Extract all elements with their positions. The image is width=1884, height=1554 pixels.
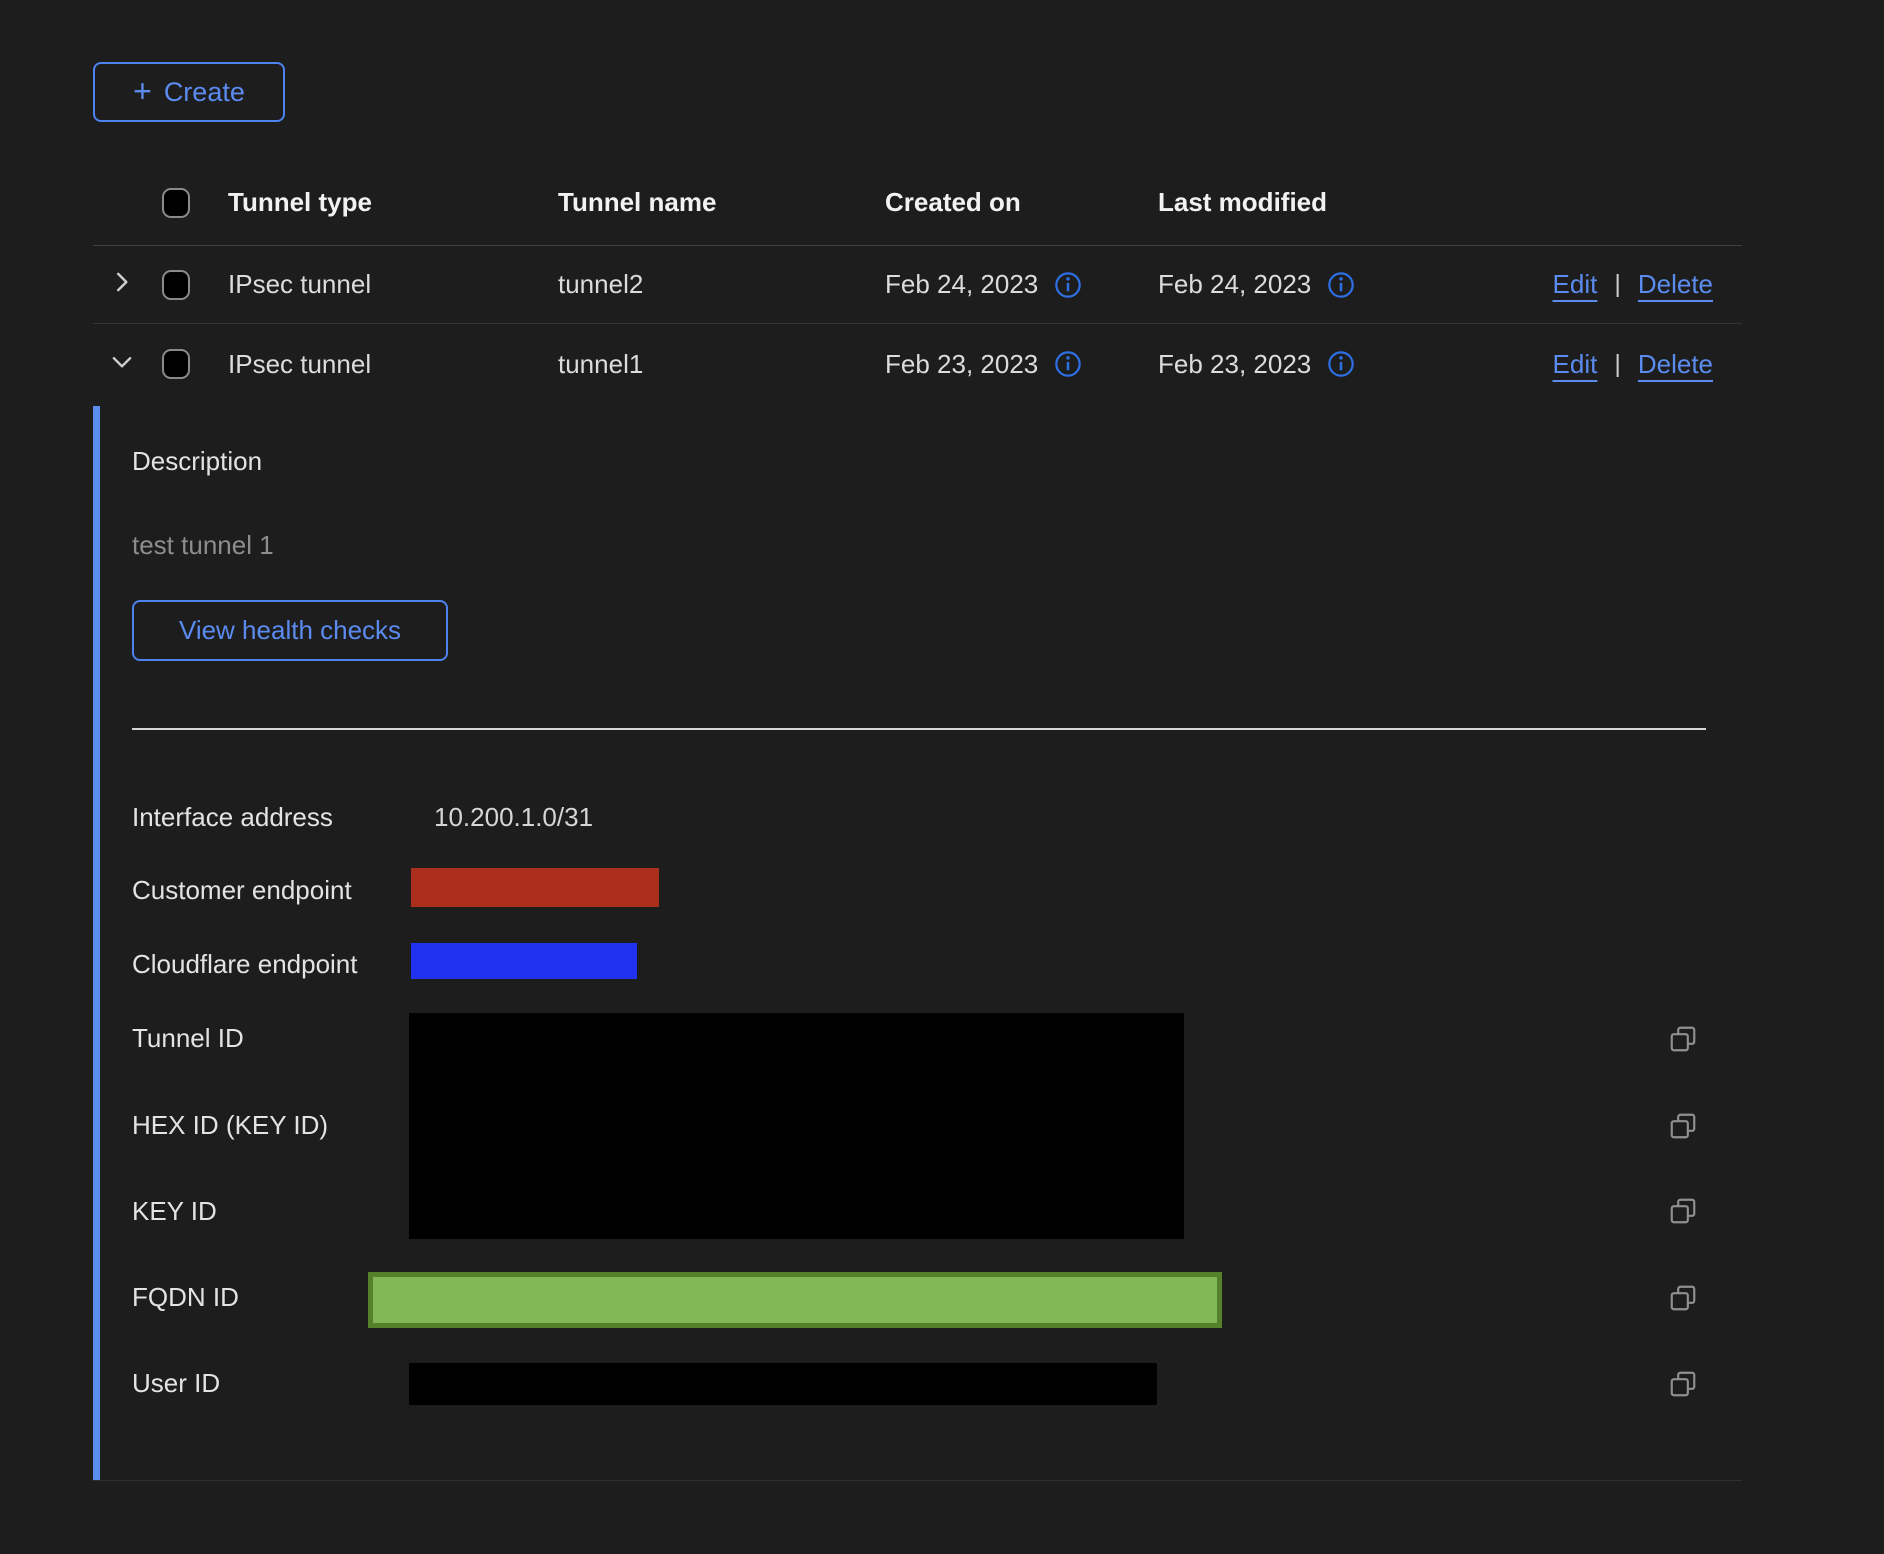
row-checkbox[interactable] bbox=[162, 270, 190, 300]
column-header-tunnel-type: Tunnel type bbox=[228, 187, 558, 218]
key-id-label: KEY ID bbox=[132, 1196, 217, 1226]
description-label: Description bbox=[132, 446, 262, 476]
edit-link[interactable]: Edit bbox=[1553, 349, 1598, 380]
copy-icon-hex-id[interactable] bbox=[1668, 1111, 1698, 1141]
tunnel-id-label: Tunnel ID bbox=[132, 1023, 244, 1053]
info-icon[interactable] bbox=[1327, 271, 1355, 299]
info-icon[interactable] bbox=[1327, 350, 1355, 378]
delete-link[interactable]: Delete bbox=[1638, 269, 1713, 300]
hex-id-label: HEX ID (KEY ID) bbox=[132, 1110, 328, 1140]
create-button[interactable]: + Create bbox=[93, 62, 285, 122]
customer-endpoint-redaction bbox=[411, 868, 659, 907]
fqdn-id-redaction bbox=[368, 1272, 1222, 1328]
column-header-tunnel-name: Tunnel name bbox=[558, 187, 885, 218]
interface-address-value: 10.200.1.0/31 bbox=[434, 802, 593, 832]
last-modified-cell: Feb 24, 2023 bbox=[1158, 269, 1311, 300]
created-on-cell: Feb 23, 2023 bbox=[885, 349, 1038, 380]
detail-divider bbox=[132, 728, 1706, 730]
info-icon[interactable] bbox=[1054, 350, 1082, 378]
delete-link[interactable]: Delete bbox=[1638, 349, 1713, 380]
created-on-cell: Feb 24, 2023 bbox=[885, 269, 1038, 300]
view-health-checks-button[interactable]: View health checks bbox=[132, 600, 448, 661]
description-value: test tunnel 1 bbox=[132, 530, 274, 560]
tunnel-name-cell: tunnel2 bbox=[558, 269, 885, 300]
info-icon[interactable] bbox=[1054, 271, 1082, 299]
copy-icon-key-id[interactable] bbox=[1668, 1196, 1698, 1226]
fqdn-id-label: FQDN ID bbox=[132, 1282, 239, 1312]
last-modified-cell: Feb 23, 2023 bbox=[1158, 349, 1311, 380]
copy-icon-fqdn-id[interactable] bbox=[1668, 1283, 1698, 1313]
cloudflare-endpoint-redaction bbox=[411, 943, 637, 979]
cloudflare-endpoint-label: Cloudflare endpoint bbox=[132, 949, 358, 979]
user-id-redaction bbox=[409, 1363, 1157, 1405]
user-id-label: User ID bbox=[132, 1368, 220, 1398]
expanded-row-panel: Description test tunnel 1 View health ch… bbox=[93, 404, 1742, 1481]
row-checkbox[interactable] bbox=[162, 349, 190, 379]
column-header-created-on: Created on bbox=[885, 187, 1158, 218]
expanded-row-indicator-bar bbox=[93, 406, 100, 1480]
action-separator: | bbox=[1614, 350, 1621, 379]
table-row: IPsec tunnel tunnel1 Feb 23, 2023 Feb 23… bbox=[93, 324, 1742, 404]
chevron-right-icon[interactable] bbox=[109, 269, 135, 295]
tunnels-page: + Create Tunnel type Tunnel name Created… bbox=[0, 0, 1884, 1554]
tunnel-name-cell: tunnel1 bbox=[558, 349, 885, 380]
create-button-label: Create bbox=[164, 77, 245, 108]
copy-icon-user-id[interactable] bbox=[1668, 1369, 1698, 1399]
customer-endpoint-label: Customer endpoint bbox=[132, 875, 352, 905]
plus-icon: + bbox=[133, 75, 152, 107]
table-row: IPsec tunnel tunnel2 Feb 24, 2023 Feb 24… bbox=[93, 246, 1742, 324]
table-header-row: Tunnel type Tunnel name Created on Last … bbox=[93, 160, 1742, 246]
tunnel-type-cell: IPsec tunnel bbox=[228, 269, 558, 300]
action-separator: | bbox=[1614, 270, 1621, 299]
tunnel-type-cell: IPsec tunnel bbox=[228, 349, 558, 380]
column-header-last-modified: Last modified bbox=[1158, 187, 1540, 218]
copy-icon-tunnel-id[interactable] bbox=[1668, 1024, 1698, 1054]
chevron-down-icon[interactable] bbox=[109, 349, 135, 375]
ids-redaction-block bbox=[409, 1013, 1184, 1239]
interface-address-label: Interface address bbox=[132, 802, 333, 832]
select-all-checkbox[interactable] bbox=[162, 188, 190, 218]
edit-link[interactable]: Edit bbox=[1553, 269, 1598, 300]
